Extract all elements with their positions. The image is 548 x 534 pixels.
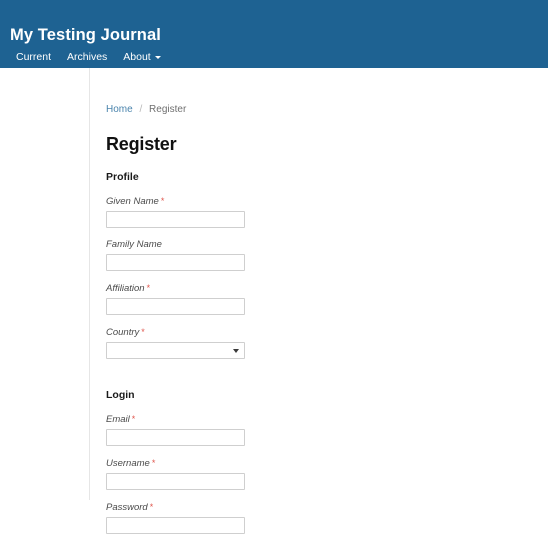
label-family-name: Family Name	[106, 239, 548, 251]
nav-item-archives[interactable]: Archives	[59, 50, 115, 64]
required-marker: *	[149, 502, 154, 512]
required-marker: *	[151, 458, 156, 468]
nav-item-current-label: Current	[16, 51, 52, 63]
label-family-name-text: Family Name	[106, 239, 162, 250]
input-email[interactable]	[106, 429, 245, 446]
label-username: Username *	[106, 457, 548, 470]
section-heading-profile: Profile	[106, 171, 139, 183]
chevron-down-icon	[154, 55, 161, 59]
breadcrumb-separator: /	[139, 104, 143, 115]
required-marker: *	[146, 283, 151, 293]
left-rail	[0, 68, 90, 500]
country-select-wrapper	[106, 342, 245, 359]
primary-navigation: Current Archives About	[8, 50, 169, 64]
label-password: Password *	[106, 501, 548, 514]
label-affiliation-text: Affiliation	[106, 283, 145, 294]
page-title: Register	[106, 134, 177, 154]
label-affiliation: Affiliation *	[106, 282, 548, 295]
field-password: Password *	[90, 490, 548, 534]
nav-item-current[interactable]: Current	[8, 50, 59, 64]
label-username-text: Username	[106, 458, 150, 469]
input-affiliation[interactable]	[106, 298, 245, 315]
input-family-name[interactable]	[106, 254, 245, 271]
breadcrumb-current-register: Register	[149, 104, 187, 115]
label-email-text: Email	[106, 414, 130, 425]
breadcrumb-link-home[interactable]: Home	[106, 104, 133, 115]
field-username: Username *	[90, 446, 548, 490]
label-password-text: Password	[106, 502, 148, 513]
label-email: Email *	[106, 413, 548, 426]
site-title: My Testing Journal	[10, 26, 161, 44]
required-marker: *	[160, 196, 165, 206]
label-country: Country *	[106, 326, 548, 339]
field-email: Email *	[90, 402, 548, 446]
input-password[interactable]	[106, 517, 245, 534]
section-heading-login: Login	[106, 389, 135, 401]
input-username[interactable]	[106, 473, 245, 490]
nav-item-about-label: About	[123, 51, 151, 63]
site-masthead: My Testing Journal Current Archives Abou…	[0, 0, 548, 68]
label-given-name-text: Given Name	[106, 196, 159, 207]
page-body: Home / Register Register Profile Given N…	[0, 68, 548, 534]
required-marker: *	[131, 414, 136, 424]
nav-item-about[interactable]: About	[115, 50, 168, 64]
field-given-name: Given Name *	[90, 184, 548, 228]
select-country[interactable]	[106, 342, 245, 359]
required-marker: *	[141, 327, 145, 337]
breadcrumb: Home / Register	[90, 68, 548, 116]
main-content: Home / Register Register Profile Given N…	[90, 68, 548, 534]
nav-item-archives-label: Archives	[67, 51, 108, 63]
field-family-name: Family Name	[90, 228, 548, 271]
field-affiliation: Affiliation *	[90, 271, 548, 315]
input-given-name[interactable]	[106, 211, 245, 228]
field-country: Country *	[90, 315, 548, 359]
label-country-text: Country	[106, 327, 140, 338]
label-given-name: Given Name *	[106, 195, 548, 208]
